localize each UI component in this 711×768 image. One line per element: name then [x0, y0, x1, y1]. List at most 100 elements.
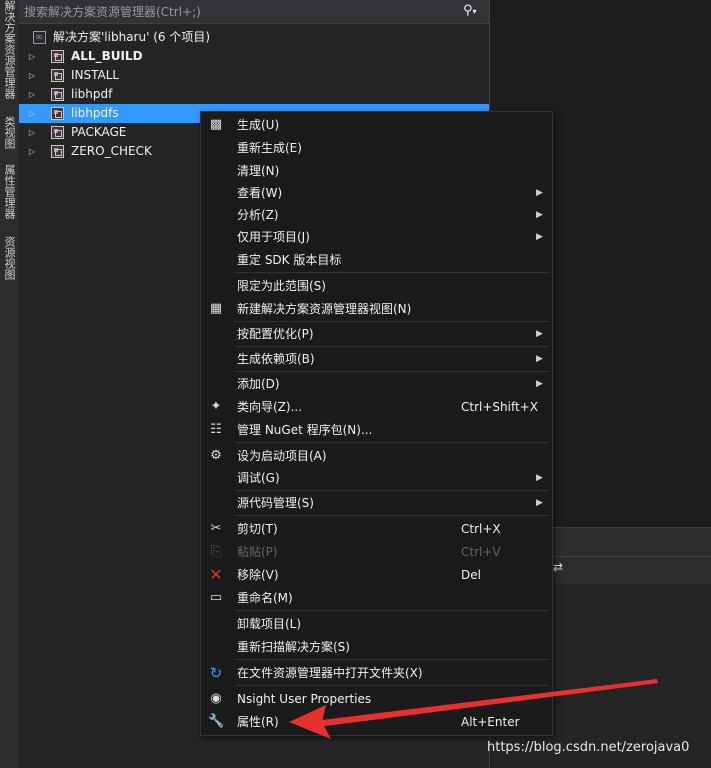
menu-label: 分析(Z) [237, 208, 279, 222]
menu-separator [234, 321, 550, 322]
expand-arrow-icon[interactable]: ▷ [27, 85, 37, 104]
expand-arrow-icon[interactable]: ▷ [27, 104, 37, 123]
side-tab-property-manager[interactable]: 属性管理器 [0, 164, 19, 219]
submenu-arrow-icon: ▶ [536, 188, 543, 198]
refresh-icon: ↻ [209, 664, 223, 682]
menu-label: 在文件资源管理器中打开文件夹(X) [237, 666, 423, 680]
search-icon[interactable]: ⚲▾ [463, 3, 485, 21]
solution-icon [33, 28, 46, 47]
menu-label: 重定 SDK 版本目标 [237, 253, 342, 267]
menu-label: Nsight User Properties [237, 692, 372, 706]
menu-item-build-dependencies[interactable]: 生成依赖项(B) ▶ [202, 348, 551, 370]
menu-item-pgo[interactable]: 按配置优化(P) ▶ [202, 323, 551, 345]
project-icon [51, 69, 64, 82]
globe-icon: ◉ [210, 691, 222, 706]
solution-node[interactable]: 解决方案'libharu' (6 个项目) [19, 28, 489, 47]
paste-icon: ⎘ [210, 544, 222, 559]
new-view-icon: ▦ [209, 301, 223, 316]
expand-arrow-icon[interactable]: ▷ [27, 123, 37, 142]
side-tab-solution-explorer[interactable]: 解决方案资源管理器 [0, 0, 19, 99]
project-icon [51, 145, 64, 158]
menu-label: 仅用于项目(J) [237, 230, 310, 244]
project-icon [51, 126, 64, 139]
menu-label: 查看(W) [237, 186, 283, 200]
menu-label: 剪切(T) [237, 522, 278, 536]
menu-shortcut: Alt+Enter [461, 715, 520, 729]
menu-item-properties[interactable]: 🔧 属性(R) Alt+Enter [202, 711, 551, 733]
menu-item-rebuild[interactable]: 重新生成(E) [202, 137, 551, 159]
menu-separator [234, 442, 550, 443]
menu-item-open-in-explorer[interactable]: ↻ 在文件资源管理器中打开文件夹(X) [202, 662, 551, 684]
menu-item-paste[interactable]: ⎘ 粘贴(P) Ctrl+V [202, 541, 551, 563]
menu-item-rescan-solution[interactable]: 重新扫描解决方案(S) [202, 636, 551, 658]
side-tab-strip: 解决方案资源管理器 类视图 属性管理器 资源视图 [0, 0, 20, 768]
side-tab-class-view[interactable]: 类视图 [0, 116, 19, 149]
menu-item-set-startup[interactable]: ⚙ 设为启动项目(A) [202, 445, 551, 467]
tree-item-all-build[interactable]: ▷ ALL_BUILD [19, 47, 489, 66]
menu-label: 类向导(Z)... [237, 400, 303, 414]
menu-item-project-only[interactable]: 仅用于项目(J) ▶ [202, 226, 551, 248]
menu-label: 设为启动项目(A) [237, 449, 327, 463]
expand-arrow-icon[interactable]: ▷ [27, 142, 37, 161]
menu-label: 重新生成(E) [237, 141, 302, 155]
menu-label: 调试(G) [237, 471, 280, 485]
menu-item-rename[interactable]: ▭ 重命名(M) [202, 587, 551, 609]
search-input[interactable] [22, 2, 464, 21]
menu-item-remove[interactable]: ✕ 移除(V) Del [202, 564, 551, 586]
menu-separator [234, 272, 550, 273]
menu-item-clean[interactable]: 清理(N) [202, 160, 551, 182]
menu-item-nsight-properties[interactable]: ◉ Nsight User Properties [202, 688, 551, 710]
menu-shortcut: Del [461, 568, 481, 582]
menu-item-retarget-sdk[interactable]: 重定 SDK 版本目标 [202, 249, 551, 271]
rename-icon: ▭ [209, 590, 223, 605]
menu-label: 添加(D) [237, 377, 280, 391]
submenu-arrow-icon: ▶ [536, 329, 543, 339]
menu-item-unload-project[interactable]: 卸载项目(L) [202, 613, 551, 635]
menu-separator [234, 490, 550, 491]
menu-item-new-explorer-view[interactable]: ▦ 新建解决方案资源管理器视图(N) [202, 298, 551, 320]
tree-item-label: INSTALL [71, 68, 120, 82]
expand-arrow-icon[interactable]: ▷ [27, 47, 37, 66]
menu-item-scope-to-this[interactable]: 限定为此范围(S) [202, 275, 551, 297]
menu-item-build[interactable]: ▩ 生成(U) [202, 114, 551, 136]
tree-item-libhpdf[interactable]: ▷ libhpdf [19, 85, 489, 104]
submenu-arrow-icon: ▶ [536, 210, 543, 220]
tree-item-label: libhpdfs [71, 106, 119, 120]
menu-label: 限定为此范围(S) [237, 279, 326, 293]
menu-label: 生成(U) [237, 118, 280, 132]
tree-item-label: ALL_BUILD [71, 49, 143, 63]
tree-item-install[interactable]: ▷ INSTALL [19, 66, 489, 85]
remove-icon: ✕ [209, 565, 223, 584]
menu-item-analyze[interactable]: 分析(Z) ▶ [202, 204, 551, 226]
tree-item-label: PACKAGE [71, 125, 127, 139]
menu-item-source-control[interactable]: 源代码管理(S) ▶ [202, 492, 551, 514]
menu-item-add[interactable]: 添加(D) ▶ [202, 373, 551, 395]
menu-item-view[interactable]: 查看(W) ▶ [202, 182, 551, 204]
menu-separator [234, 610, 550, 611]
menu-label: 生成依赖项(B) [237, 352, 315, 366]
menu-label: 按配置优化(P) [237, 327, 314, 341]
scissors-icon: ✂ [210, 521, 222, 536]
menu-shortcut: Ctrl+V [461, 545, 501, 559]
submenu-arrow-icon: ▶ [536, 232, 543, 242]
build-icon: ▩ [209, 117, 223, 132]
project-icon [51, 50, 64, 63]
search-bar: ⚲▾ [19, 0, 489, 24]
menu-label: 移除(V) [237, 568, 279, 582]
solution-label: 解决方案'libharu' (6 个项目) [53, 30, 211, 44]
side-tab-resource-view[interactable]: 资源视图 [0, 236, 19, 280]
menu-item-debug[interactable]: 调试(G) ▶ [202, 467, 551, 489]
menu-label: 属性(R) [237, 715, 279, 729]
submenu-arrow-icon: ▶ [536, 473, 543, 483]
property-pages-icon[interactable]: ⇄ [553, 560, 569, 576]
watermark: https://blog.csdn.net/zerojava0 [487, 740, 690, 755]
menu-item-manage-nuget[interactable]: ☷ 管理 NuGet 程序包(N)... [202, 419, 551, 441]
project-icon [51, 107, 64, 120]
menu-item-cut[interactable]: ✂ 剪切(T) Ctrl+X [202, 518, 551, 540]
menu-label: 粘贴(P) [237, 545, 278, 559]
expand-arrow-icon[interactable]: ▷ [27, 66, 37, 85]
menu-item-class-wizard[interactable]: ✦ 类向导(Z)... Ctrl+Shift+X [202, 396, 551, 418]
menu-shortcut: Ctrl+Shift+X [461, 400, 538, 414]
nuget-icon: ☷ [210, 422, 222, 437]
menu-label: 清理(N) [237, 164, 280, 178]
